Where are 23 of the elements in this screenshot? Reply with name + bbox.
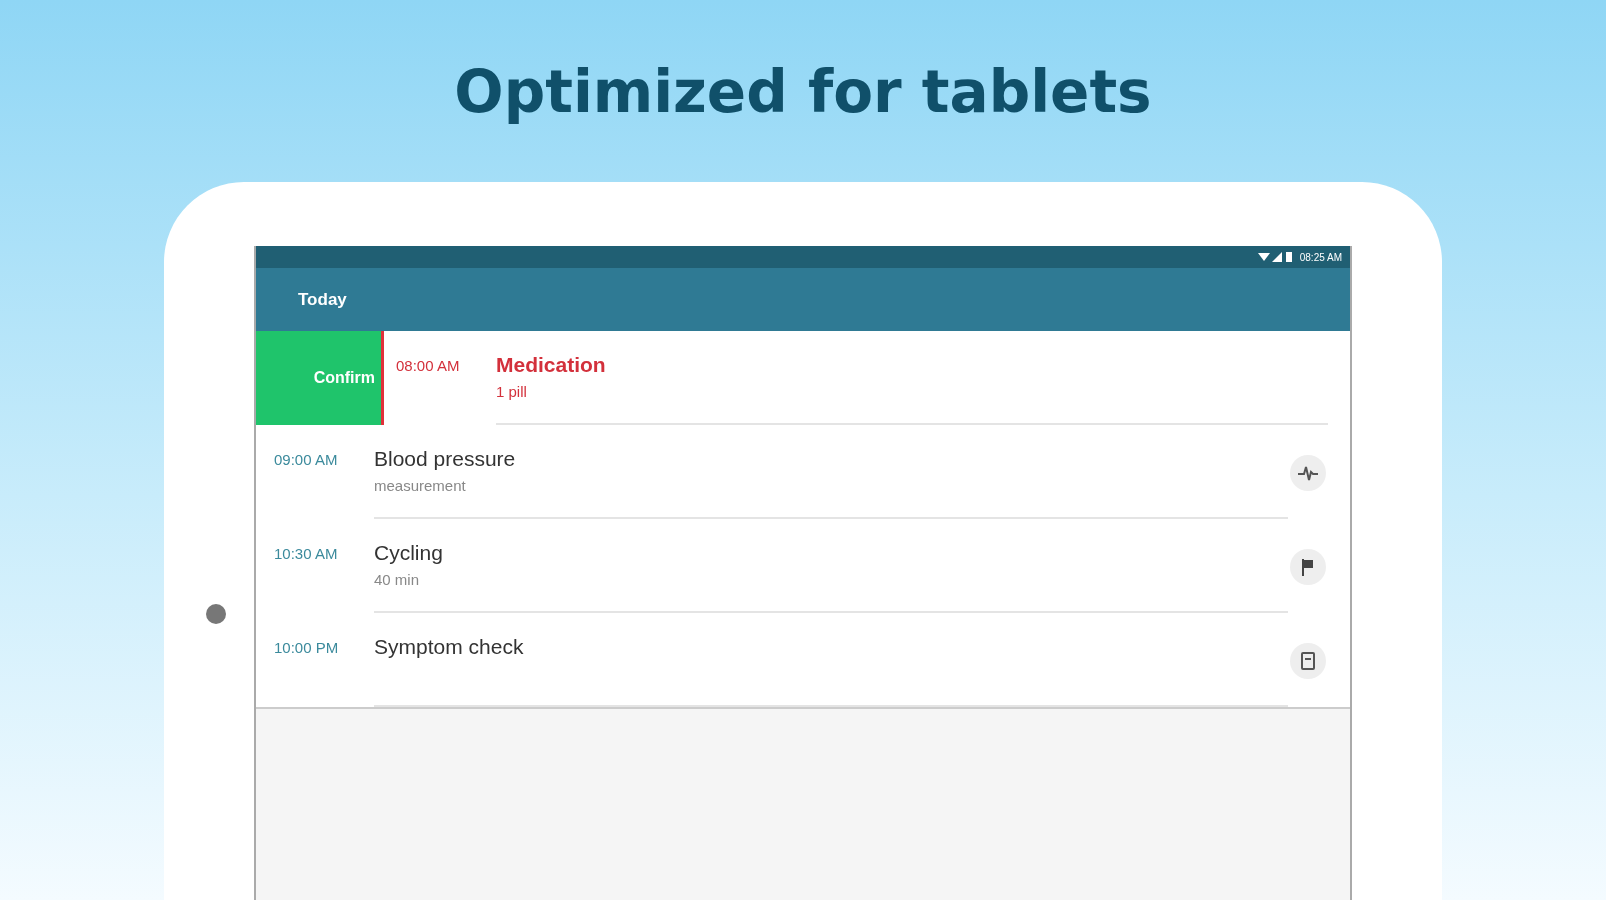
item-subtitle: 1 pill <box>496 383 528 400</box>
item-title: Blood pressure <box>374 447 517 471</box>
item-title: Medication <box>496 353 607 377</box>
status-time: 08:25 AM <box>1299 251 1342 263</box>
clipboard-icon[interactable] <box>1288 641 1328 681</box>
item-time: 08:00 AM <box>396 356 461 374</box>
item-time: 09:00 AM <box>274 450 339 468</box>
item-time: 10:00 PM <box>274 638 340 656</box>
item-title: Cycling <box>374 541 444 565</box>
item-title: Symptom check <box>374 635 525 659</box>
signal-icon <box>1257 251 1294 263</box>
app-bar-title: Today <box>298 289 347 310</box>
list-item[interactable]: 10:00 PM Symptom check <box>256 613 1350 707</box>
camera-dot <box>206 604 226 624</box>
item-subtitle: 40 min <box>374 571 421 588</box>
headline: Optimized for tablets <box>454 57 1152 128</box>
pulse-icon[interactable] <box>1288 453 1328 493</box>
list-item[interactable]: 08:00 AM Medication 1 pill <box>384 331 1350 425</box>
list-item[interactable]: 10:30 AM Cycling 40 min <box>256 519 1350 613</box>
item-time: 10:30 AM <box>274 544 339 562</box>
flag-icon[interactable] <box>1288 547 1328 587</box>
list-item[interactable]: 09:00 AM Blood pressure measurement <box>256 425 1350 519</box>
item-subtitle: measurement <box>374 477 467 494</box>
